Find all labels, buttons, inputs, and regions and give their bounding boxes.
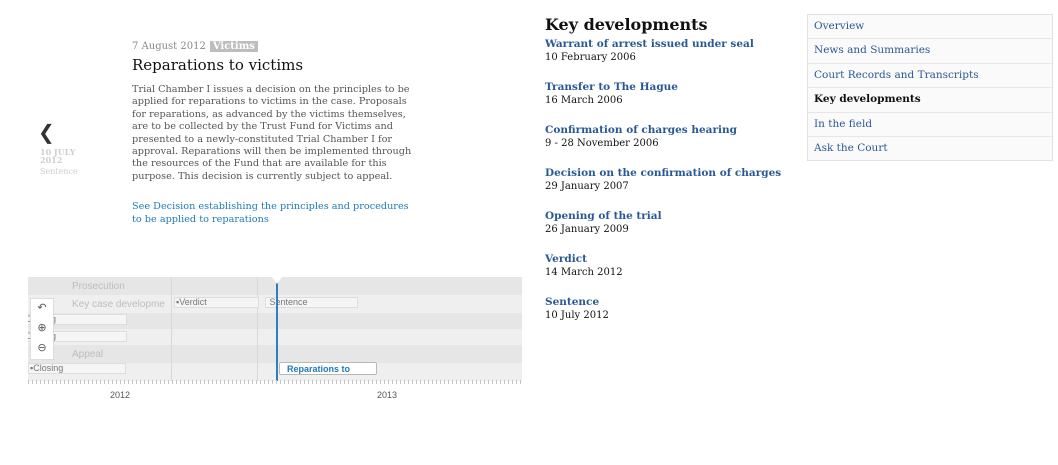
current-position-marker[interactable] bbox=[276, 277, 278, 381]
band-label: Prosecution bbox=[72, 281, 125, 292]
development-title-link[interactable]: Verdict bbox=[545, 253, 781, 266]
nav-item-key-developments[interactable]: Key developments bbox=[808, 88, 1052, 113]
development-title-link[interactable]: Opening of the trial bbox=[545, 210, 781, 223]
marker-triangle-icon bbox=[272, 277, 282, 284]
development-date: 10 July 2012 bbox=[545, 310, 609, 321]
development-date: 14 March 2012 bbox=[545, 267, 623, 278]
back-arrow-icon[interactable]: ↶ bbox=[35, 301, 49, 315]
zoom-controls: ↶ ⊕ ⊖ bbox=[30, 298, 54, 360]
timeline-event-sentence[interactable]: Sentence bbox=[265, 297, 358, 308]
story-date: 7 August 2012 bbox=[132, 41, 206, 52]
previous-event-label[interactable]: Sentence bbox=[40, 167, 78, 176]
nav-item-ask-the-court[interactable]: Ask the Court bbox=[808, 137, 1052, 160]
list-item: Opening of the trial 26 January 2009 bbox=[545, 210, 781, 253]
timeline-axis bbox=[28, 380, 522, 384]
story-title: Reparations to victims bbox=[132, 56, 304, 74]
nav-item-court-records[interactable]: Court Records and Transcripts bbox=[808, 64, 1052, 89]
timeline-event-closing[interactable]: ▪Closing bbox=[28, 363, 126, 374]
development-date: 9 - 28 November 2006 bbox=[545, 138, 659, 149]
list-item: Transfer to The Hague 16 March 2006 bbox=[545, 81, 781, 124]
nav-item-news-and-summaries[interactable]: News and Summaries bbox=[808, 39, 1052, 64]
development-title-link[interactable]: Transfer to The Hague bbox=[545, 81, 781, 94]
development-date: 29 January 2007 bbox=[545, 181, 629, 192]
previous-arrow-icon[interactable]: ❮ bbox=[38, 120, 55, 144]
decision-link[interactable]: See Decision establishing the principles… bbox=[132, 200, 417, 226]
list-item: Warrant of arrest issued under seal 10 F… bbox=[545, 38, 781, 81]
story-meta: 7 August 2012 Victims bbox=[132, 41, 258, 52]
list-item: Decision on the confirmation of charges … bbox=[545, 167, 781, 210]
list-item: Confirmation of charges hearing 9 - 28 N… bbox=[545, 124, 781, 167]
timeline-gridline bbox=[171, 277, 172, 381]
timeline-gridline bbox=[257, 277, 258, 381]
key-developments-list: Warrant of arrest issued under seal 10 F… bbox=[545, 38, 781, 339]
case-navigation: Overview News and Summaries Court Record… bbox=[807, 14, 1053, 162]
band-label: Key case developme bbox=[72, 299, 165, 310]
development-date: 10 February 2006 bbox=[545, 52, 636, 63]
category-tag[interactable]: Victims bbox=[209, 41, 258, 52]
timeline-event-verdict[interactable]: ▪Verdict bbox=[174, 297, 259, 308]
timeline-event-reparations[interactable]: Reparations to bbox=[279, 362, 377, 375]
development-title-link[interactable]: Confirmation of charges hearing bbox=[545, 124, 781, 137]
timeline-band: Appeal bbox=[28, 345, 522, 363]
axis-year-label: 2013 bbox=[377, 390, 398, 400]
zoom-out-icon[interactable]: ⊖ bbox=[35, 341, 49, 355]
development-date: 16 March 2006 bbox=[545, 95, 623, 106]
previous-event-date[interactable]: 10 JULY 2012 bbox=[40, 148, 85, 164]
development-title-link[interactable]: Decision on the confirmation of charges bbox=[545, 167, 781, 180]
axis-year-label: 2012 bbox=[110, 390, 131, 400]
key-developments-heading: Key developments bbox=[545, 15, 708, 34]
list-item: Sentence 10 July 2012 bbox=[545, 296, 781, 339]
development-title-link[interactable]: Warrant of arrest issued under seal bbox=[545, 38, 781, 51]
nav-item-in-the-field[interactable]: In the field bbox=[808, 113, 1052, 137]
development-title-link[interactable]: Sentence bbox=[545, 296, 781, 309]
timeline[interactable]: Prosecution Key case developme Appeal ▪V… bbox=[28, 277, 522, 381]
band-label: Appeal bbox=[72, 349, 104, 360]
story-body: Trial Chamber I issues a decision on the… bbox=[132, 84, 412, 182]
development-date: 26 January 2009 bbox=[545, 224, 629, 235]
list-item: Verdict 14 March 2012 bbox=[545, 253, 781, 296]
nav-item-overview[interactable]: Overview bbox=[808, 15, 1052, 40]
zoom-in-icon[interactable]: ⊕ bbox=[35, 321, 49, 335]
